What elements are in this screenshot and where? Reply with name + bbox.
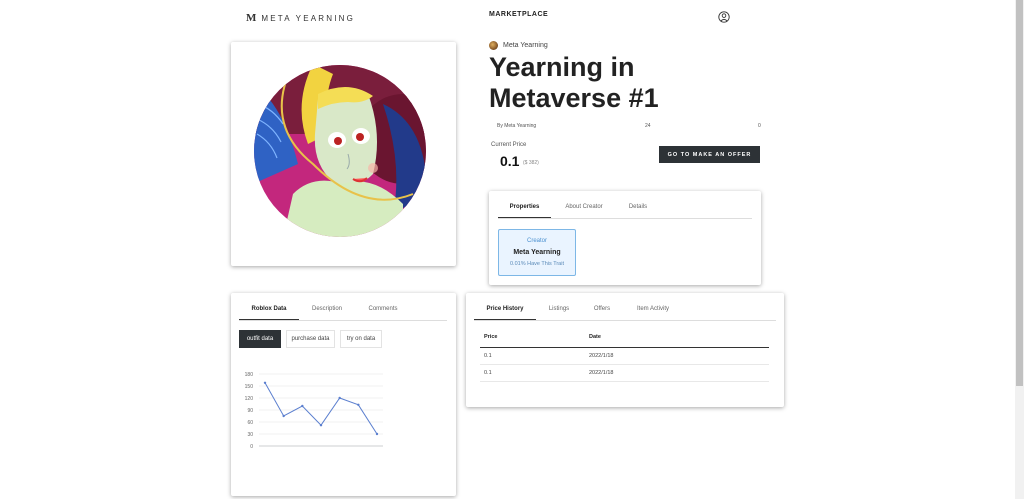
y-tick-label: 120 bbox=[245, 396, 254, 402]
page-scrollbar[interactable] bbox=[1015, 0, 1024, 499]
roblox-tabs: Roblox Data Description Comments bbox=[239, 306, 447, 321]
column-header-price: Price bbox=[484, 334, 498, 340]
data-point[interactable] bbox=[375, 432, 379, 436]
current-price-usd: ($ 382) bbox=[523, 160, 539, 166]
y-tick-label: 60 bbox=[247, 420, 253, 426]
data-point[interactable] bbox=[282, 414, 285, 418]
y-tick-label: 90 bbox=[247, 408, 253, 414]
tab-item-activity[interactable]: Item Activity bbox=[622, 306, 684, 320]
tab-roblox-data[interactable]: Roblox Data bbox=[239, 306, 299, 320]
y-tick-label: 0 bbox=[250, 444, 253, 450]
nft-artwork-image bbox=[254, 65, 426, 237]
y-tick-label: 180 bbox=[245, 372, 254, 378]
data-point[interactable] bbox=[338, 396, 341, 400]
current-price-value: 0.1 bbox=[500, 153, 520, 169]
try-on-data-button[interactable]: try on data bbox=[340, 330, 382, 348]
data-point[interactable] bbox=[263, 381, 267, 384]
data-point[interactable] bbox=[319, 424, 323, 427]
roblox-data-card: Roblox Data Description Comments outfit … bbox=[231, 293, 456, 496]
y-tick-label: 30 bbox=[247, 432, 253, 438]
nav-marketplace-link[interactable]: MARKETPLACE bbox=[489, 11, 548, 18]
data-point[interactable] bbox=[357, 403, 360, 406]
price-history-card: Price History Listings Offers Item Activ… bbox=[466, 293, 784, 407]
creator-byline[interactable]: By Meta Yearning bbox=[497, 123, 536, 129]
item-title: Yearning in Metaverse #1 bbox=[489, 52, 659, 113]
tab-properties[interactable]: Properties bbox=[498, 204, 551, 218]
tab-comments[interactable]: Comments bbox=[355, 306, 411, 320]
row-price: 0.1 bbox=[484, 370, 492, 376]
data-point[interactable] bbox=[301, 404, 304, 408]
site-logo[interactable]: M META YEARNING bbox=[246, 12, 355, 24]
table-header-row: Price Date bbox=[480, 334, 769, 348]
owner-row[interactable]: Meta Yearning bbox=[489, 41, 548, 50]
outfit-data-button[interactable]: outfit data bbox=[239, 330, 281, 348]
trait-rarity: 0.01% Have This Trait bbox=[509, 261, 564, 267]
tab-description[interactable]: Description bbox=[299, 306, 355, 320]
trait-card[interactable]: Creator Meta Yearning 0.01% Have This Tr… bbox=[498, 229, 576, 276]
tab-details[interactable]: Details bbox=[617, 204, 659, 218]
properties-tabs: Properties About Creator Details bbox=[498, 204, 752, 219]
outfit-data-line-chart: 0 30 60 90 120 150 180 bbox=[245, 372, 383, 450]
row-date: 2022/1/18 bbox=[589, 370, 614, 376]
properties-card: Properties About Creator Details Creator… bbox=[489, 191, 761, 285]
column-header-date: Date bbox=[589, 334, 601, 340]
user-account-icon[interactable] bbox=[718, 11, 730, 23]
tab-price-history[interactable]: Price History bbox=[474, 306, 536, 320]
table-row: 0.1 2022/1/18 bbox=[480, 365, 769, 382]
purchase-data-button[interactable]: purchase data bbox=[286, 330, 335, 348]
artwork-card bbox=[231, 42, 456, 266]
trait-type: Creator bbox=[526, 238, 547, 244]
tab-offers[interactable]: Offers bbox=[582, 306, 622, 320]
item-stat-count: 0 bbox=[758, 123, 761, 129]
tab-about-creator[interactable]: About Creator bbox=[551, 204, 617, 218]
logo-mark-icon: M bbox=[246, 12, 257, 24]
y-tick-label: 150 bbox=[245, 384, 254, 390]
make-offer-button[interactable]: GO TO MAKE AN OFFER bbox=[659, 146, 760, 163]
row-date: 2022/1/18 bbox=[589, 353, 614, 359]
page: M META YEARNING MARKETPLACE Meta Yearnin… bbox=[0, 0, 1024, 499]
row-price: 0.1 bbox=[484, 353, 492, 359]
current-price-label: Current Price bbox=[491, 142, 527, 148]
tab-listings[interactable]: Listings bbox=[536, 306, 582, 320]
owner-name: Meta Yearning bbox=[503, 42, 548, 49]
owner-avatar bbox=[489, 41, 498, 50]
price-history-table: Price Date 0.1 2022/1/18 0.1 2022/1/18 bbox=[480, 334, 769, 382]
logo-text: META YEARNING bbox=[261, 13, 356, 23]
scrollbar-thumb[interactable] bbox=[1016, 0, 1023, 386]
history-tabs: Price History Listings Offers Item Activ… bbox=[474, 306, 776, 321]
table-row: 0.1 2022/1/18 bbox=[480, 348, 769, 365]
trait-value: Meta Yearning bbox=[513, 249, 561, 256]
item-stat-count: 24 bbox=[645, 123, 651, 129]
